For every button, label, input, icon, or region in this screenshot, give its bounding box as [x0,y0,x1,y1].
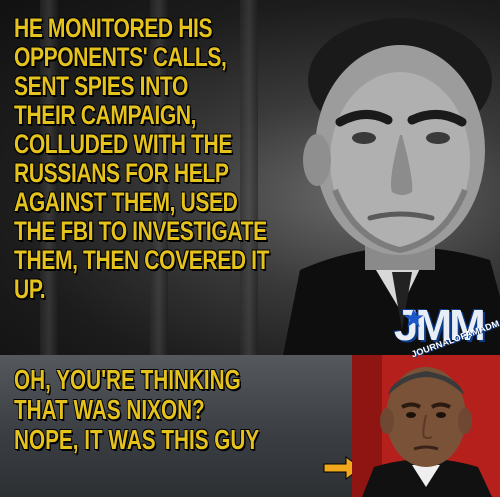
meme-image: HE MONITORED HIS OPPONENTS' CALLS, SENT … [0,0,500,497]
bottom-panel: OH, YOU'RE THINKING THAT WAS NIXON? NOPE… [0,355,500,497]
headline-quote: HE MONITORED HIS OPPONENTS' CALLS, SENT … [14,13,270,304]
star-icon: ★ [402,304,426,334]
man-portrait-bottom [352,355,500,497]
jmm-logo: JMM ★ JOURNALOFAMADMAN [380,302,500,374]
punchline-text: OH, YOU'RE THINKING THAT WAS NIXON? NOPE… [14,364,260,455]
